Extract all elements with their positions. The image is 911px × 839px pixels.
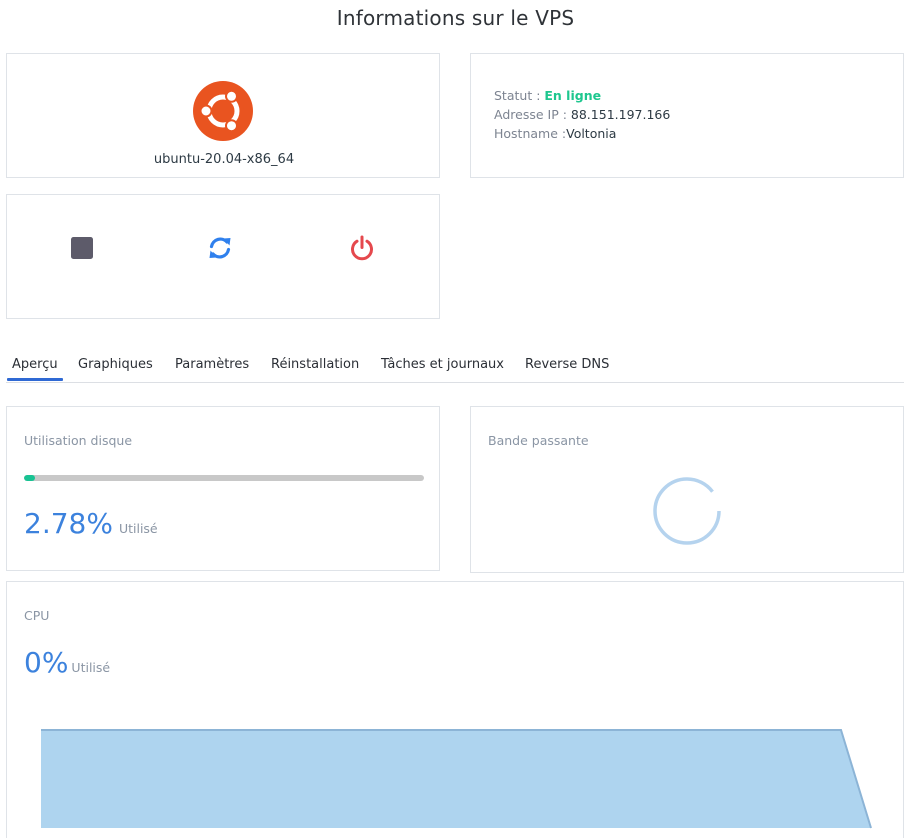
tab-bar: Aperçu Graphiques Paramètres Réinstallat… bbox=[6, 354, 904, 383]
ip-label: Adresse IP : bbox=[494, 107, 571, 122]
page-title: Informations sur le VPS bbox=[336, 6, 575, 30]
hostname-row: Hostname :Voltonia bbox=[494, 126, 616, 141]
power-actions-card bbox=[6, 194, 440, 319]
tab-reinstallation[interactable]: Réinstallation bbox=[271, 357, 359, 372]
tab-graphiques[interactable]: Graphiques bbox=[78, 357, 153, 372]
os-card: ubuntu-20.04-x86_64 bbox=[6, 53, 440, 178]
disk-usage-progress-fill bbox=[24, 475, 36, 481]
refresh-icon bbox=[209, 237, 231, 259]
status-label: Statut : bbox=[494, 88, 545, 103]
restart-button[interactable] bbox=[205, 233, 235, 263]
status-badge: En ligne bbox=[544, 88, 602, 103]
stop-icon bbox=[71, 237, 93, 259]
disk-usage-unit: Utilisé bbox=[118, 521, 158, 536]
os-name: ubuntu-20.04-x86_64 bbox=[153, 152, 295, 167]
power-icon bbox=[351, 235, 373, 261]
tab-reverse-dns[interactable]: Reverse DNS bbox=[525, 357, 609, 372]
ip-value: 88.151.197.166 bbox=[570, 107, 671, 122]
bandwidth-card: Bande passante bbox=[470, 406, 904, 573]
loading-spinner-icon bbox=[653, 477, 721, 545]
hostname-value: Voltonia bbox=[566, 126, 617, 141]
disk-usage-value: 2.78% Utilisé bbox=[24, 507, 158, 540]
server-info-card: Statut : En ligne Adresse IP : 88.151.19… bbox=[470, 53, 904, 178]
cpu-usage-area bbox=[41, 730, 871, 828]
disk-usage-label: Utilisation disque bbox=[24, 433, 133, 448]
power-button[interactable] bbox=[347, 233, 377, 263]
tab-parametres[interactable]: Paramètres bbox=[175, 357, 249, 372]
disk-usage-percent: 2.78% bbox=[24, 507, 113, 540]
cpu-usage-chart bbox=[41, 729, 872, 829]
cpu-card: CPU 0% Utilisé bbox=[6, 581, 904, 838]
tab-apercu[interactable]: Aperçu bbox=[7, 357, 63, 381]
hostname-label: Hostname : bbox=[494, 126, 567, 141]
disk-usage-card: Utilisation disque 2.78% Utilisé bbox=[6, 406, 440, 571]
ip-row: Adresse IP : 88.151.197.166 bbox=[494, 107, 670, 122]
disk-usage-progress bbox=[24, 475, 424, 481]
stop-button[interactable] bbox=[67, 233, 97, 263]
bandwidth-label: Bande passante bbox=[488, 433, 589, 448]
tab-taches-journaux[interactable]: Tâches et journaux bbox=[381, 357, 504, 372]
ubuntu-logo-icon bbox=[193, 81, 253, 141]
status-row: Statut : En ligne bbox=[494, 88, 601, 103]
